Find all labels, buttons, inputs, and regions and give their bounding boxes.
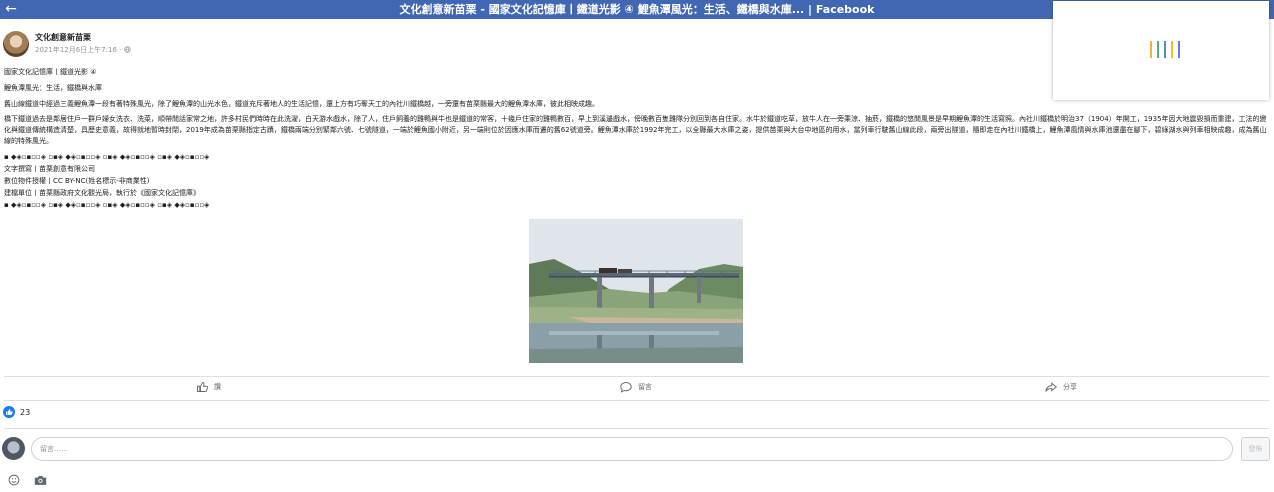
post-paragraph: 橋下鐵道過去是鄰居住戶一群戶婦女洗衣、洗菜，順帶閒話家常之地，許多村民們時時在此… [4, 115, 1267, 145]
share-icon [1045, 382, 1057, 392]
like-label: 讚 [214, 383, 221, 391]
like-button[interactable]: 讚 [196, 381, 221, 393]
comment-input[interactable] [31, 437, 1233, 461]
divider [4, 428, 1270, 429]
post-comment-button[interactable]: 發佈 [1241, 437, 1270, 461]
divider [4, 400, 1270, 401]
like-reaction-icon [3, 406, 15, 418]
emoji-icon[interactable] [8, 474, 20, 486]
post-timestamp[interactable]: 2021年12月6日上午7:16 · [35, 46, 121, 54]
page-avatar[interactable] [3, 31, 29, 57]
camera-icon[interactable] [34, 474, 47, 486]
post-author[interactable]: 文化創意新苗栗 [35, 32, 91, 43]
like-count: 23 [20, 407, 31, 417]
comment-label: 留言 [638, 383, 652, 391]
divider [4, 376, 1270, 377]
thumbs-up-icon [197, 382, 208, 392]
reactions-summary[interactable]: 23 [3, 406, 30, 418]
post-line: 國家文化記憶庫丨鐵道光影 ④ [4, 68, 97, 76]
user-avatar [2, 437, 25, 460]
loading-icon [1150, 41, 1180, 58]
globe-icon [123, 46, 131, 53]
post-line: 鯉魚潭風光：生活，鐵橋與水庫 [4, 84, 102, 92]
post-meta: 2021年12月6日上午7:16 · [35, 45, 131, 55]
divider-line: ▪︎ ◆◈▫▪︎▫▫◈ ▫▪︎◈ ◆◈▫▪︎▫▫◈ ▫▪︎◈ ◆◈▫▪︎▫▫◈ … [4, 201, 210, 209]
divider-line: ▪︎ ◆◈▫▪︎▫▫◈ ▫▪︎◈ ◆◈▫▪︎▫▫◈ ▫▪︎◈ ◆◈▫▪︎▫▫◈ … [4, 153, 210, 161]
post-line: 建檔單位丨苗栗縣政府文化觀光局，執行於《國家文化記憶庫》 [4, 189, 200, 197]
share-label: 分享 [1063, 383, 1077, 391]
comment-icon [620, 382, 632, 393]
post-photo[interactable] [529, 219, 743, 363]
post-line: 數位物件授權丨CC BY-NC(姓名標示-非商業性) [4, 177, 150, 185]
post-body: 國家文化記憶庫丨鐵道光影 ④ 鯉魚潭風光：生活，鐵橋與水庫 舊山線鐵道中經過三義… [4, 66, 1274, 211]
comment-button[interactable]: 留言 [620, 381, 652, 393]
post-line: 文字撰寫丨苗栗創意有限公司 [4, 165, 95, 173]
post-line: 舊山線鐵道中經過三義鯉魚潭一段有著特殊風光，除了鯉魚潭的山光水色，鐵道充斥著地人… [4, 100, 599, 108]
share-button[interactable]: 分享 [1045, 381, 1077, 393]
